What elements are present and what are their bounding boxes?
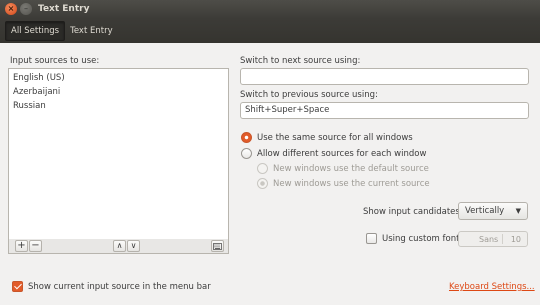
minus-icon: − [31,240,40,251]
remove-source-button[interactable]: − [29,240,42,252]
radio-indicator[interactable] [257,163,268,174]
list-item[interactable]: Russian [9,99,228,113]
minimize-icon: – [24,4,28,13]
input-sources-toolbar: + − ∧ ∨ [8,239,229,254]
toolbar: All Settings Text Entry [0,19,540,43]
next-source-label: Switch to next source using: [240,56,361,66]
radio-new-default[interactable]: New windows use the default source [257,163,429,174]
add-source-button[interactable]: + [15,240,28,252]
font-chooser-button[interactable]: Sans 10 [458,231,528,247]
menu-bar-checkbox[interactable] [12,281,23,292]
prev-source-shortcut-field[interactable]: Shift+Super+Space [240,102,529,119]
chevron-down-icon: ∨ [130,241,137,250]
breadcrumb-text-entry[interactable]: Text Entry [65,21,118,41]
radio-new-current[interactable]: New windows use the current source [257,178,430,189]
radio-same-source[interactable]: Use the same source for all windows [241,132,413,143]
font-separator [502,234,503,244]
input-sources-label: Input sources to use: [10,56,100,66]
radio-label: New windows use the default source [273,163,429,174]
keyboard-icon [213,242,222,250]
input-candidates-label: Show input candidates: [363,207,463,217]
list-item[interactable]: Azerbaijani [9,85,228,99]
radio-label: New windows use the current source [273,178,430,189]
chevron-up-icon: ∧ [116,241,123,250]
radio-indicator[interactable] [241,132,252,143]
dropdown-arrow-icon: ▼ [515,207,521,215]
custom-font-label: Using custom font: [382,233,463,244]
radio-different-sources[interactable]: Allow different sources for each window [241,148,426,159]
input-candidates-dropdown[interactable]: Vertically ▼ [458,202,528,220]
all-settings-button[interactable]: All Settings [5,21,66,41]
show-keyboard-layout-button[interactable] [211,240,224,252]
dropdown-value: Vertically [465,206,505,216]
move-down-button[interactable]: ∨ [127,240,140,252]
input-sources-list[interactable]: English (US) Azerbaijani Russian [8,68,229,240]
window-title: Text Entry [38,4,90,14]
font-name: Sans [479,234,499,244]
radio-label: Use the same source for all windows [257,132,413,143]
title-bar: × – Text Entry [0,0,540,19]
minimize-button[interactable]: – [20,3,32,15]
close-icon: × [7,4,15,13]
list-item[interactable]: English (US) [9,71,228,85]
prev-source-label: Switch to previous source using: [240,90,378,100]
plus-icon: + [17,240,26,251]
radio-indicator[interactable] [241,148,252,159]
radio-label: Allow different sources for each window [257,148,427,159]
move-up-button[interactable]: ∧ [113,240,126,252]
custom-font-checkbox-row[interactable]: Using custom font: [366,233,462,244]
font-size: 10 [510,234,521,244]
close-button[interactable]: × [5,3,17,15]
custom-font-checkbox[interactable] [366,233,377,244]
keyboard-settings-link[interactable]: Keyboard Settings... [449,282,535,292]
radio-indicator[interactable] [257,178,268,189]
menu-bar-checkbox-row[interactable]: Show current input source in the menu ba… [12,281,211,292]
menu-bar-label: Show current input source in the menu ba… [28,281,211,292]
next-source-shortcut-field[interactable] [240,68,529,85]
